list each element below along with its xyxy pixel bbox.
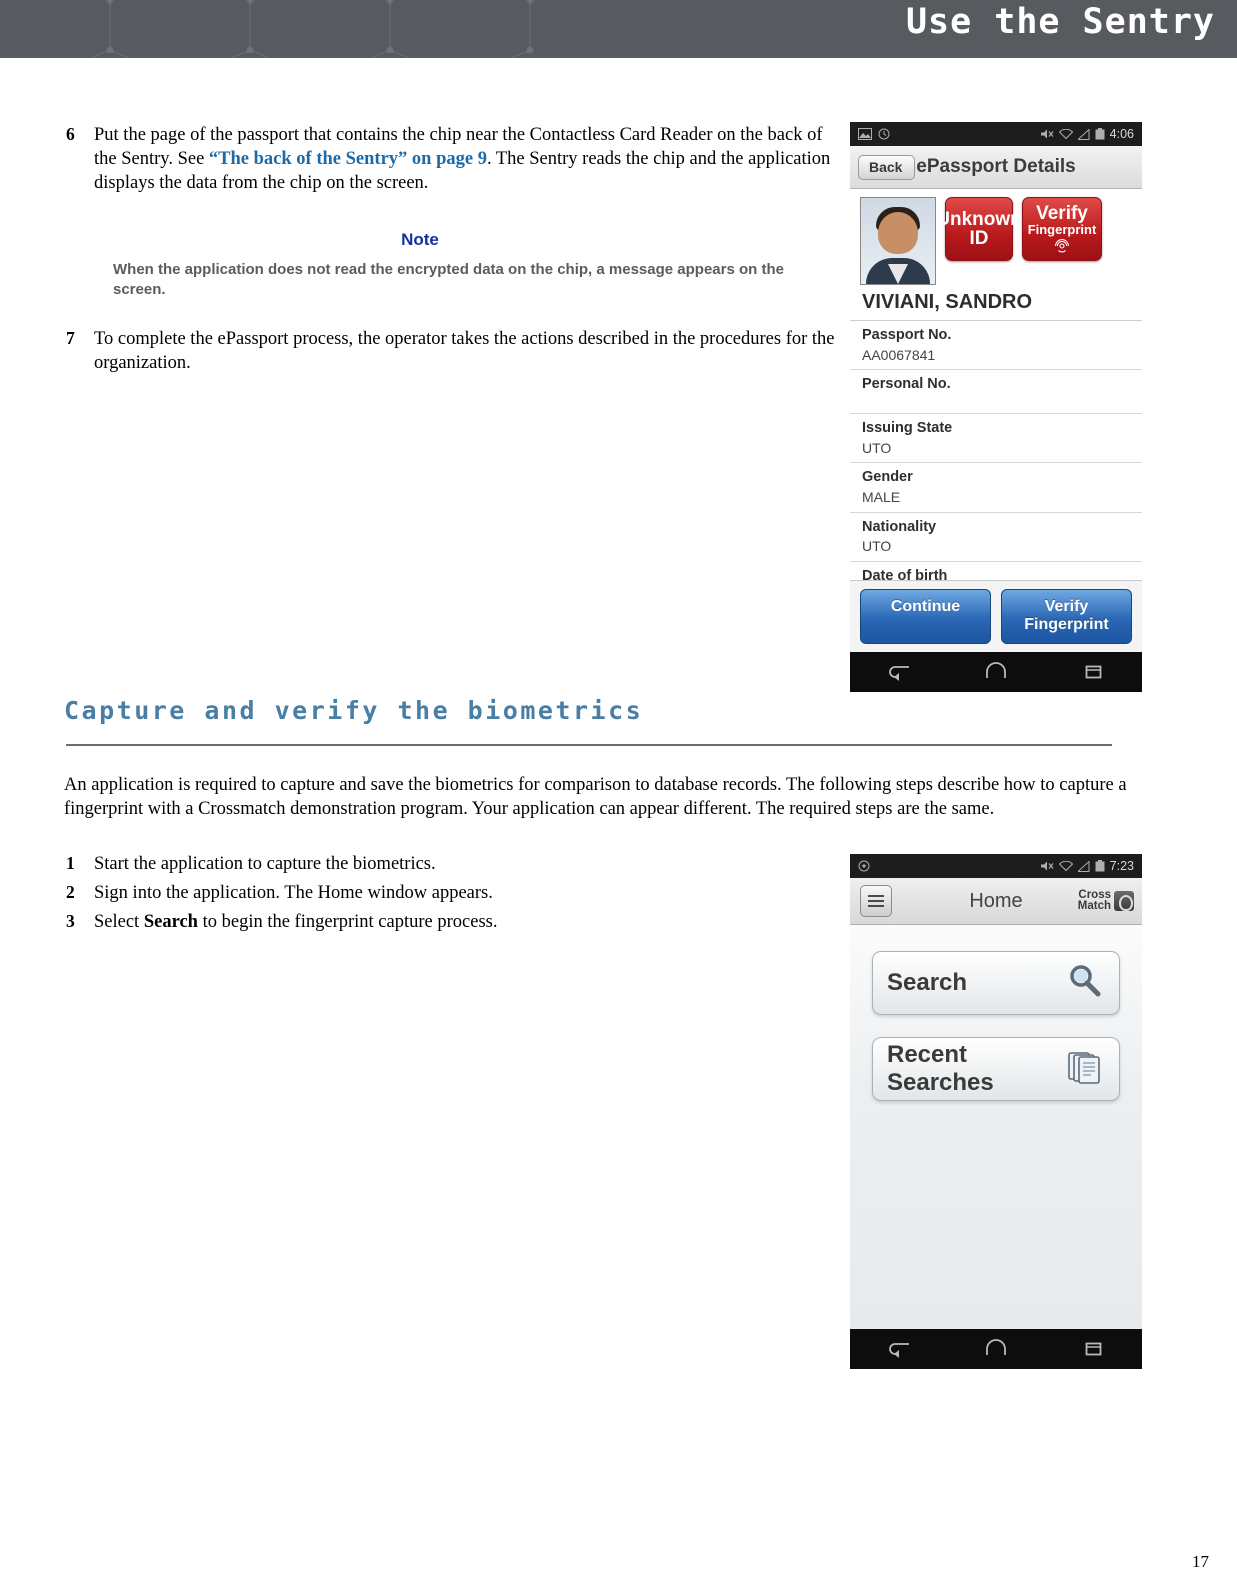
step-3-number: 3 <box>66 911 75 931</box>
recent-searches-button[interactable]: Recent Searches <box>872 1037 1120 1101</box>
field-date-of-birth: Date of birth <box>850 562 1142 580</box>
mute-icon-2 <box>1040 861 1054 871</box>
step-3: 3 Select Search to begin the fingerprint… <box>62 911 762 935</box>
image-icon <box>858 128 872 140</box>
recents-nav-icon-2[interactable] <box>1080 1339 1106 1359</box>
field-personal-no-label: Personal No. <box>862 376 951 393</box>
screenshot-epassport-details: 4:06 Back ePassport Details Unknown ID V… <box>850 122 1142 703</box>
home-body: Search Recent Searches <box>850 925 1142 1329</box>
step-3-text-before: Select <box>94 912 144 932</box>
wifi-icon <box>1058 128 1073 139</box>
step-6-text: Put the page of the passport that contai… <box>94 124 832 196</box>
step-1: 1 Start the application to capture the b… <box>62 853 762 877</box>
field-gender: Gender MALE <box>850 463 1142 513</box>
battery-icon <box>1095 128 1105 140</box>
field-personal-no: Personal No. <box>850 370 1142 415</box>
crossmatch-logo: Cross Match <box>1077 888 1134 913</box>
crossmatch-logo-text: Cross Match <box>1077 888 1111 913</box>
field-passport-no: Passport No. AA0067841 <box>850 321 1142 371</box>
step-3-text: Select Search to begin the fingerprint c… <box>94 911 497 935</box>
screenshot-home-window: 7:23 Home Cross Match Search Recent Sear… <box>850 854 1142 1369</box>
hex-mesh-decoration <box>89 0 534 58</box>
crossmatch-logo-line1: Cross <box>1078 888 1111 901</box>
verify-fingerprint-tile-button[interactable]: Verify Fingerprint <box>1022 197 1102 261</box>
wifi-icon-2 <box>1058 860 1073 871</box>
field-issuing-state-label: Issuing State <box>862 420 953 437</box>
note-heading: Note <box>401 230 439 249</box>
status-bar-time-2: 7:23 <box>1109 859 1134 873</box>
step-1-text: Start the application to capture the bio… <box>94 854 436 874</box>
android-status-bar-2: 7:23 <box>850 854 1142 878</box>
mute-icon <box>1040 129 1054 139</box>
back-nav-icon-2[interactable] <box>886 1339 912 1359</box>
home-nav-icon-2[interactable] <box>983 1339 1009 1359</box>
portrait-face <box>878 212 918 254</box>
search-button-label: Search <box>887 969 968 996</box>
step-6-number: 6 <box>66 124 75 144</box>
fingerprint-icon <box>1055 239 1069 253</box>
field-nationality-label: Nationality <box>862 518 937 535</box>
signal-icon <box>1077 128 1090 140</box>
verify-fp-label-line2: Fingerprint <box>1027 222 1097 237</box>
step-3-text-after: to begin the fingerprint capture process… <box>197 912 498 932</box>
continue-button[interactable]: Continue <box>860 589 991 645</box>
recent-searches-button-label: Recent Searches <box>887 1041 994 1096</box>
verify-fp-label-line1: Verify <box>1036 203 1088 224</box>
search-button[interactable]: Search <box>872 951 1120 1015</box>
field-nationality: Nationality UTO <box>850 513 1142 563</box>
android-nav-bar <box>850 652 1142 693</box>
identity-row: Unknown ID Verify Fingerprint <box>850 189 1142 289</box>
back-nav-icon[interactable] <box>886 662 912 682</box>
section-intro-paragraph: An application is required to capture an… <box>64 775 1127 819</box>
epassport-app-bar-title: ePassport Details <box>916 156 1076 177</box>
step-2-text: Sign into the application. The Home wind… <box>94 883 493 903</box>
step-2-number: 2 <box>66 882 75 902</box>
step-6: 6 Put the page of the passport that cont… <box>62 124 832 196</box>
field-passport-no-value: AA0067841 <box>862 346 936 363</box>
app-notification-icon <box>858 860 870 872</box>
android-nav-bar-2 <box>850 1329 1142 1369</box>
unknown-id-label-line1: Unknown <box>936 209 1022 230</box>
page-title: Use the Sentry <box>905 2 1215 42</box>
clock-icon <box>878 128 890 140</box>
signal-icon-2 <box>1077 860 1090 872</box>
section-heading: Capture and verify the biometrics <box>64 696 644 725</box>
recents-nav-icon[interactable] <box>1080 662 1106 682</box>
crossmatch-logo-mark <box>1114 891 1134 911</box>
unknown-id-button[interactable]: Unknown ID <box>936 197 1022 261</box>
section-heading-rule <box>66 744 1112 746</box>
subject-name: VIVIANI, SANDRO <box>850 289 1142 321</box>
step-2: 2 Sign into the application. The Home wi… <box>62 882 762 906</box>
step-3-bold-term: Search <box>143 912 198 932</box>
field-gender-value: MALE <box>862 489 901 506</box>
magnifier-icon <box>1065 961 1105 1006</box>
field-gender-label: Gender <box>862 469 913 486</box>
home-app-bar: Home Cross Match <box>850 878 1142 925</box>
page-number: 17 <box>1192 1552 1209 1571</box>
field-nationality-value: UTO <box>862 538 892 555</box>
note-body: When the application does not read the e… <box>113 261 784 299</box>
page-header-band: Use the Sentry <box>0 0 1237 58</box>
step-7-number: 7 <box>66 328 75 348</box>
android-status-bar: 4:06 <box>850 122 1142 146</box>
unknown-id-label-line2: ID <box>969 228 989 249</box>
step-6-cross-reference-link[interactable]: “The back of the Sentry” on page 9 <box>209 149 487 169</box>
documents-icon <box>1065 1047 1105 1092</box>
verify-fingerprint-button[interactable]: Verify Fingerprint <box>1001 589 1132 645</box>
field-issuing-state: Issuing State UTO <box>850 414 1142 464</box>
field-date-of-birth-label: Date of birth <box>862 568 948 581</box>
status-bar-time: 4:06 <box>1109 127 1134 141</box>
passport-photo <box>860 197 936 285</box>
crossmatch-logo-line2: Match <box>1077 900 1111 912</box>
home-nav-icon[interactable] <box>983 662 1009 682</box>
epassport-app-bar: Back ePassport Details <box>850 146 1142 189</box>
step-7: 7 To complete the ePassport process, the… <box>62 328 842 376</box>
field-passport-no-label: Passport No. <box>862 327 952 343</box>
field-issuing-state-value: UTO <box>862 439 892 456</box>
step-1-number: 1 <box>66 853 75 873</box>
epassport-action-bar: Continue Verify Fingerprint <box>850 580 1142 653</box>
battery-icon-2 <box>1095 860 1105 872</box>
step-7-text: To complete the ePassport process, the o… <box>94 329 835 373</box>
